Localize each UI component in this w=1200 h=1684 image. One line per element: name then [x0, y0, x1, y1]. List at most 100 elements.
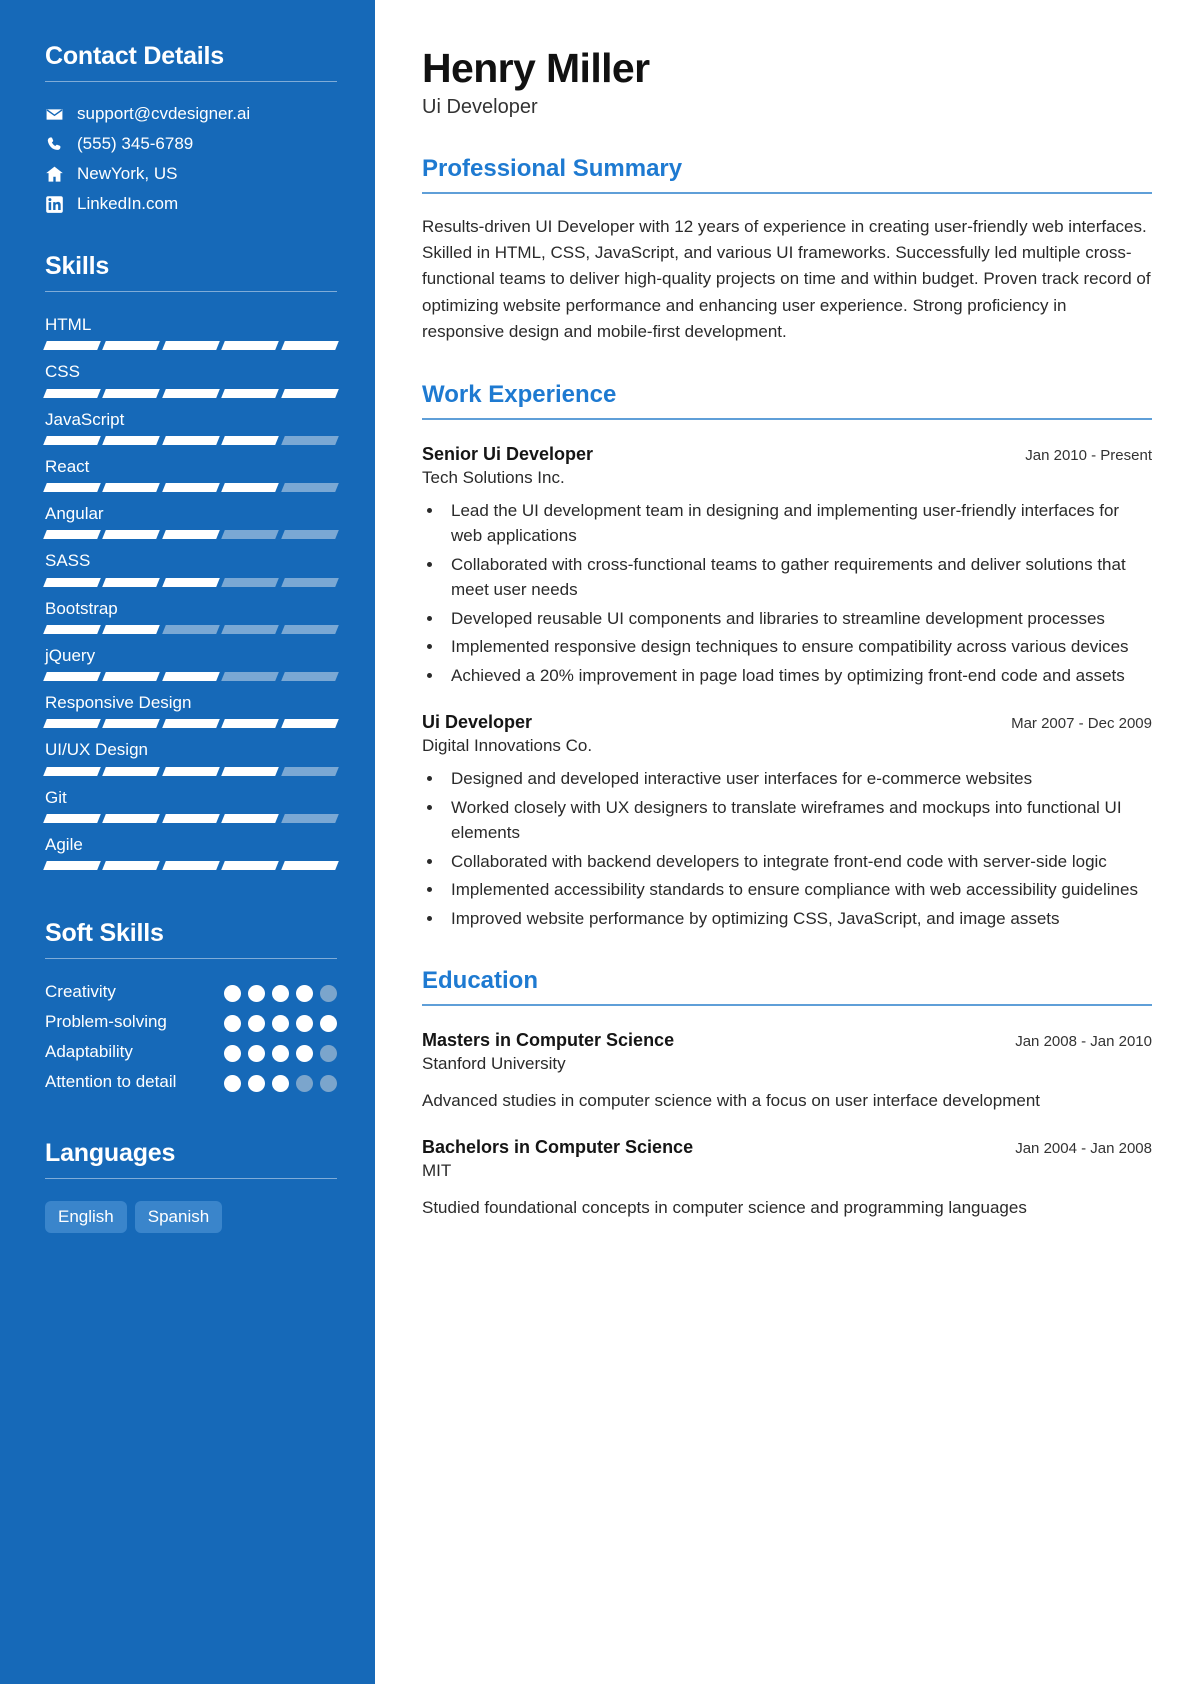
rating-dot: [296, 985, 313, 1002]
skill-item: CSS: [43, 361, 339, 398]
skill-bar-segment: [221, 719, 280, 729]
professional-summary-text: Results-driven UI Developer with 12 year…: [422, 216, 1151, 342]
skill-name: Bootstrap: [45, 598, 118, 618]
rating-dot: [248, 1075, 265, 1093]
skill-bar-segment: [102, 719, 161, 729]
skill-bar-segment: [280, 813, 339, 823]
skill-bar-segment: [161, 861, 221, 870]
work-entry-date: Mar 2007 - Dec 2009: [1011, 715, 1152, 733]
skill-bar-segment: [161, 577, 221, 587]
skill-bar-segment: [221, 483, 280, 492]
rating-dot: [320, 1075, 337, 1093]
work-entry-company: Digital Innovations Co.: [422, 736, 593, 756]
soft-skill-rating: [224, 1011, 337, 1033]
skills-list: HTML CSS JavaScript React Angular SASS Bootstr…: [43, 314, 339, 870]
soft-skills-heading: Soft Skills: [45, 919, 164, 947]
list-item: Lead the UI development team in designin…: [444, 498, 1152, 549]
skill-bar-segment: [161, 719, 221, 729]
skill-bar-segment: [280, 530, 339, 540]
skill-name: jQuery: [45, 645, 96, 665]
skill-name: UI/UX Design: [45, 740, 148, 760]
rating-dot: [272, 1015, 289, 1033]
job-role-subtitle: Ui Developer: [422, 96, 538, 119]
skill-name: Angular: [45, 504, 104, 523]
skill-bar-segment: [161, 766, 221, 776]
skill-bar-segment: [280, 861, 339, 870]
contact-item[interactable]: support@cvdesigner.ai: [45, 104, 337, 124]
contact-list: support@cvdesigner.ai (555) 345-6789 NewYo…: [45, 104, 337, 214]
section-underline: [422, 1004, 1152, 1006]
skill-level-bar: [43, 435, 339, 445]
list-item: Designed and developed interactive user …: [444, 766, 1152, 792]
section-divider: [45, 958, 337, 959]
work-experience-heading: Work Experience: [422, 381, 617, 409]
contact-details-heading: Contact Details: [45, 42, 224, 70]
soft-skill-name: Problem-solving: [45, 1012, 167, 1032]
section-divider: [45, 1178, 337, 1180]
contact-item[interactable]: LinkedIn.com: [45, 194, 337, 214]
skill-name: SASS: [45, 551, 91, 571]
skill-bar-segment: [43, 719, 102, 729]
list-item: Implemented responsive design techniques…: [444, 634, 1152, 660]
skill-bar-segment: [280, 577, 339, 587]
rating-dot: [272, 1045, 289, 1063]
skill-bar-segment: [43, 577, 102, 587]
skill-level-bar: [43, 577, 339, 587]
skill-bar-segment: [43, 341, 102, 351]
work-entries: Senior Ui Developer Jan 2010 - Present Tec…: [422, 444, 1152, 932]
work-entry-title: Ui Developer: [422, 712, 533, 733]
rating-dot: [296, 1015, 313, 1033]
resume-main: Henry Miller Ui Developer Professional S…: [375, 0, 1200, 1684]
skill-bar-segment: [280, 435, 339, 445]
skill-level-bar: [43, 530, 339, 540]
skill-bar-segment: [43, 861, 102, 870]
skill-bar-segment: [221, 813, 280, 823]
skill-item: Git: [43, 787, 339, 823]
education-entry-institution: Stanford University: [422, 1053, 566, 1073]
skills-section: Skills HTML CSS JavaScript React Angular SASS…: [43, 252, 339, 870]
work-entry-bullets: Designed and developed interactive user …: [444, 766, 1152, 931]
skill-bar-segment: [280, 624, 339, 634]
work-entry-title: Senior Ui Developer: [422, 443, 594, 464]
languages-heading: Languages: [45, 1139, 176, 1168]
linkedin-icon: [45, 195, 64, 214]
skill-item: Responsive Design: [43, 692, 339, 729]
education-entry-description: Advanced studies in computer science wit…: [422, 1090, 1041, 1110]
skill-bar-segment: [43, 766, 102, 776]
work-entry-bullets: Lead the UI development team in designin…: [444, 498, 1152, 689]
professional-summary-section: Professional Summary Results-driven UI D…: [422, 155, 1152, 345]
skill-bar-segment: [43, 483, 102, 492]
rating-dot: [248, 985, 265, 1002]
soft-skill-item: Attention to detail: [45, 1071, 337, 1093]
education-section: Education Masters in Computer Science Jan…: [422, 967, 1152, 1221]
language-chip[interactable]: English: [45, 1201, 127, 1234]
skill-level-bar: [43, 813, 339, 823]
contact-item[interactable]: NewYork, US: [45, 164, 337, 184]
skill-level-bar: [43, 766, 339, 776]
skill-name: HTML: [45, 315, 92, 334]
home-icon: [45, 165, 64, 184]
skill-bar-segment: [161, 813, 221, 823]
language-chip[interactable]: Spanish: [134, 1201, 223, 1234]
rating-dot: [320, 1015, 337, 1033]
skill-name: JavaScript: [45, 409, 125, 429]
skill-bar-segment: [102, 530, 161, 540]
skill-item: HTML: [43, 314, 339, 351]
envelope-icon: [45, 105, 64, 124]
sidebar: Contact Details support@cvdesigner.ai (55…: [0, 0, 375, 1684]
contact-item[interactable]: (555) 345-6789: [45, 134, 337, 154]
skill-bar-segment: [280, 388, 339, 398]
contact-item-value: (555) 345-6789: [77, 134, 194, 153]
skill-name: Git: [45, 787, 67, 807]
work-entry-company: Tech Solutions Inc.: [422, 467, 565, 487]
skill-bar-segment: [221, 624, 280, 634]
skill-bar-segment: [102, 483, 161, 492]
skill-item: JavaScript: [43, 409, 339, 445]
languages-section: Languages English Spanish: [45, 1139, 337, 1234]
soft-skill-name: Attention to detail: [45, 1072, 177, 1092]
skill-bar-segment: [102, 766, 161, 776]
rating-dot: [296, 1045, 313, 1063]
skill-item: Agile: [43, 834, 339, 870]
skill-bar-segment: [43, 530, 102, 540]
skill-bar-segment: [43, 435, 102, 445]
